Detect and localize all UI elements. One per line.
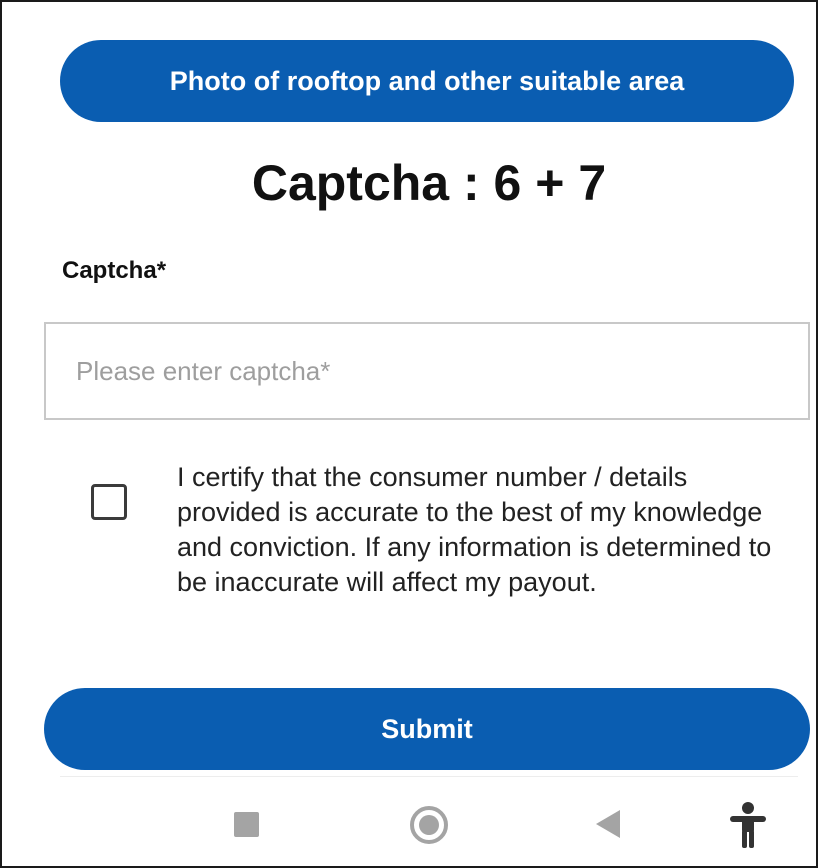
home-icon[interactable]: [410, 806, 448, 844]
accessibility-icon[interactable]: [728, 802, 768, 848]
captcha-question: Captcha : 6 + 7: [251, 155, 607, 211]
nav-divider: [60, 776, 798, 777]
captcha-field-label: Captcha*: [62, 257, 167, 284]
certify-text: I certify that the consumer number / det…: [177, 462, 772, 597]
certify-checkbox[interactable]: [91, 484, 127, 520]
rooftop-photo-button[interactable]: Photo of rooftop and other suitable area: [60, 40, 794, 122]
submit-button[interactable]: Submit: [44, 688, 810, 770]
app-screen: Photo of rooftop and other suitable area…: [0, 0, 818, 868]
captcha-input[interactable]: [44, 322, 810, 420]
back-icon[interactable]: [596, 810, 620, 838]
recent-apps-icon[interactable]: [234, 812, 259, 837]
